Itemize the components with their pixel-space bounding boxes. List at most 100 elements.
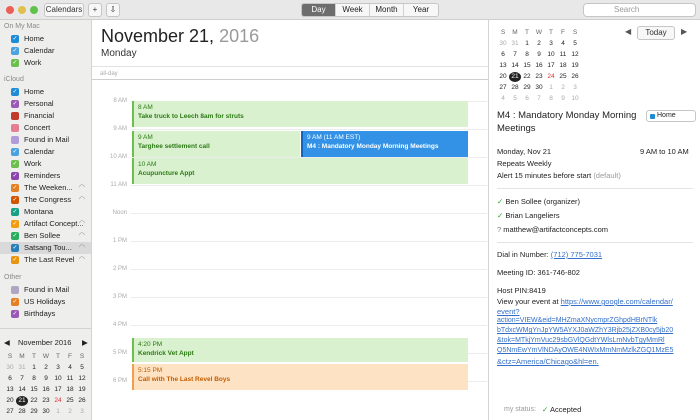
sidebar-item-the-weekend[interactable]: ✓ The Weeken... ◠ bbox=[0, 182, 91, 194]
calendar-day[interactable]: 4 bbox=[497, 94, 509, 104]
calendar-day[interactable]: 15 bbox=[28, 385, 40, 395]
calendar-day[interactable]: 2 bbox=[40, 363, 52, 373]
sidebar-item-work[interactable]: ✓ Work bbox=[0, 57, 91, 69]
calendar-day[interactable]: 9 bbox=[40, 374, 52, 384]
checkbox-icon[interactable]: ✓ bbox=[11, 100, 19, 108]
calendar-day[interactable]: 27 bbox=[497, 83, 509, 93]
calendar-day[interactable]: 3 bbox=[52, 363, 64, 373]
calendar-day[interactable]: 2 bbox=[64, 407, 76, 417]
calendar-day[interactable]: 10 bbox=[569, 94, 581, 104]
calendar-day[interactable]: 1 bbox=[28, 363, 40, 373]
calendar-day[interactable]: 8 bbox=[28, 374, 40, 384]
zoom-window-button[interactable] bbox=[30, 6, 38, 14]
calendar-day[interactable]: 19 bbox=[76, 385, 88, 395]
tab-month[interactable]: Month bbox=[370, 4, 404, 16]
calendar-day[interactable]: 12 bbox=[76, 374, 88, 384]
attendee[interactable]: ? matthew@artifactconcepts.com bbox=[497, 225, 608, 234]
calendar-day[interactable]: 23 bbox=[533, 72, 545, 82]
calendar-day[interactable]: 17 bbox=[52, 385, 64, 395]
sidebar-item-reminders[interactable]: ✓ Reminders bbox=[0, 170, 91, 182]
event-url-line[interactable]: event? bbox=[497, 307, 520, 316]
calendar-day[interactable]: 11 bbox=[557, 50, 569, 60]
calendar-day[interactable]: 28 bbox=[509, 83, 521, 93]
calendar-day[interactable]: 20 bbox=[497, 72, 509, 82]
checkbox-icon[interactable]: ✓ bbox=[11, 232, 19, 240]
calendar-day[interactable]: 28 bbox=[16, 407, 28, 417]
event-acupuncture[interactable]: 10 AM Acupuncture Appt bbox=[132, 158, 468, 184]
dial-in-link[interactable]: (712) 775-7031 bbox=[551, 250, 602, 259]
event-title[interactable]: M4 : Mandatory Monday Morning bbox=[497, 110, 636, 121]
calendar-day[interactable]: 30 bbox=[40, 407, 52, 417]
sidebar-item-ben-sollee[interactable]: ✓ Ben Sollee ◠ bbox=[0, 230, 91, 242]
minimize-window-button[interactable] bbox=[18, 6, 26, 14]
today-button[interactable]: Today bbox=[637, 26, 675, 40]
add-event-button[interactable]: + bbox=[88, 3, 102, 17]
sidebar-item-financial[interactable]: Financial bbox=[0, 110, 91, 122]
sidebar-item-montana[interactable]: ✓ Montana bbox=[0, 206, 91, 218]
calendar-day[interactable]: 11 bbox=[64, 374, 76, 384]
calendar-day[interactable]: 27 bbox=[4, 407, 16, 417]
next-month-icon[interactable]: ▶ bbox=[82, 338, 88, 347]
calendars-button[interactable]: Calendars bbox=[44, 3, 84, 17]
calendar-day[interactable]: 17 bbox=[545, 61, 557, 71]
calendar-day[interactable]: 3 bbox=[76, 407, 88, 417]
checkbox-icon[interactable]: ✓ bbox=[11, 47, 19, 55]
checkbox-icon[interactable]: ✓ bbox=[11, 244, 19, 252]
calendar-day[interactable]: 26 bbox=[76, 396, 88, 406]
event-url-line[interactable]: action=VIEW&eid=MHZmaXNycmprZGhpdHBrNTlk bbox=[497, 317, 657, 324]
calendar-day[interactable]: 16 bbox=[533, 61, 545, 71]
calendar-day[interactable]: 18 bbox=[557, 61, 569, 71]
sidebar-item-the-last-revel[interactable]: ✓ The Last Revel ◠ bbox=[0, 254, 91, 266]
checkbox-icon[interactable]: ✓ bbox=[11, 256, 19, 264]
checkbox-icon[interactable]: ✓ bbox=[11, 220, 19, 228]
checkbox-icon[interactable]: ✓ bbox=[11, 148, 19, 156]
sidebar-item-us-holidays[interactable]: ✓ US Holidays bbox=[0, 296, 91, 308]
event-url-line[interactable]: bTdxcWMgYnJpYW5AYXJ0aWZhY3Rjb25jZXB0cy5j… bbox=[497, 327, 673, 334]
calendar-day[interactable]: 30 bbox=[497, 39, 509, 49]
checkbox-icon[interactable]: ✓ bbox=[11, 184, 19, 192]
checkbox-icon[interactable]: ✓ bbox=[11, 35, 19, 43]
event-alert[interactable]: Alert 15 minutes before start (default) bbox=[497, 171, 621, 180]
calendar-day[interactable]: 8 bbox=[521, 50, 533, 60]
calendar-day[interactable]: 20 bbox=[4, 396, 16, 406]
calendar-day[interactable]: 12 bbox=[569, 50, 581, 60]
checkbox-icon[interactable]: ✓ bbox=[11, 208, 19, 216]
prev-month-icon[interactable]: ◀ bbox=[4, 338, 10, 347]
calendar-day[interactable]: 3 bbox=[569, 83, 581, 93]
calendar-day[interactable]: 13 bbox=[4, 385, 16, 395]
calendar-day[interactable]: 5 bbox=[76, 363, 88, 373]
event-url-line[interactable]: &tok=MTkjYmVuc29sbGVlQGdtYWlsLmNvbTgyMmR… bbox=[497, 337, 665, 344]
sidebar-item-satsang-tour[interactable]: ✓ Satsang Tou... ◠ bbox=[0, 242, 91, 254]
calendar-day[interactable]: 5 bbox=[509, 94, 521, 104]
calendar-day[interactable]: 4 bbox=[64, 363, 76, 373]
calendar-day[interactable]: 26 bbox=[569, 72, 581, 82]
calendar-day[interactable]: 7 bbox=[509, 50, 521, 60]
checkbox-icon[interactable] bbox=[11, 286, 19, 294]
event-repeat[interactable]: Repeats Weekly bbox=[497, 159, 551, 168]
event-m4-meeting[interactable]: 9 AM (11 AM EST) M4 : Mandatory Monday M… bbox=[301, 131, 468, 157]
calendar-day[interactable]: 13 bbox=[497, 61, 509, 71]
sidebar-item-calendar[interactable]: ✓ Calendar bbox=[0, 45, 91, 57]
checkbox-icon[interactable] bbox=[11, 124, 19, 132]
export-icon[interactable]: ⇩ bbox=[106, 3, 120, 17]
attendee[interactable]: ✓ Brian Langeliers bbox=[497, 211, 560, 220]
event-take-truck[interactable]: 8 AM Take truck to Leech 8am for struts bbox=[132, 101, 468, 127]
sidebar-item-the-congress[interactable]: ✓ The Congress ◠ bbox=[0, 194, 91, 206]
calendar-day[interactable]: 14 bbox=[509, 61, 521, 71]
checkbox-icon[interactable]: ✓ bbox=[11, 59, 19, 67]
next-day-icon[interactable]: ▶ bbox=[681, 27, 687, 36]
checkbox-icon[interactable]: ✓ bbox=[11, 310, 19, 318]
checkbox-icon[interactable]: ✓ bbox=[11, 88, 19, 96]
sidebar-item-icloud-work[interactable]: ✓ Work bbox=[0, 158, 91, 170]
attendee-organizer[interactable]: ✓ Ben Sollee (organizer) bbox=[497, 197, 580, 206]
calendar-day[interactable]: 1 bbox=[521, 39, 533, 49]
calendar-day[interactable]: 21 bbox=[16, 396, 28, 406]
checkbox-icon[interactable]: ✓ bbox=[11, 160, 19, 168]
event-targhee[interactable]: 9 AM Targhee settlement call bbox=[132, 131, 300, 157]
sidebar-item-icloud-home[interactable]: ✓ Home bbox=[0, 86, 91, 98]
calendar-day[interactable]: 30 bbox=[533, 83, 545, 93]
sidebar-item-found-in-mail[interactable]: Found in Mail bbox=[0, 134, 91, 146]
event-date[interactable]: Monday, Nov 21 bbox=[497, 147, 551, 156]
calendar-day[interactable]: 10 bbox=[545, 50, 557, 60]
calendar-day[interactable]: 6 bbox=[497, 50, 509, 60]
